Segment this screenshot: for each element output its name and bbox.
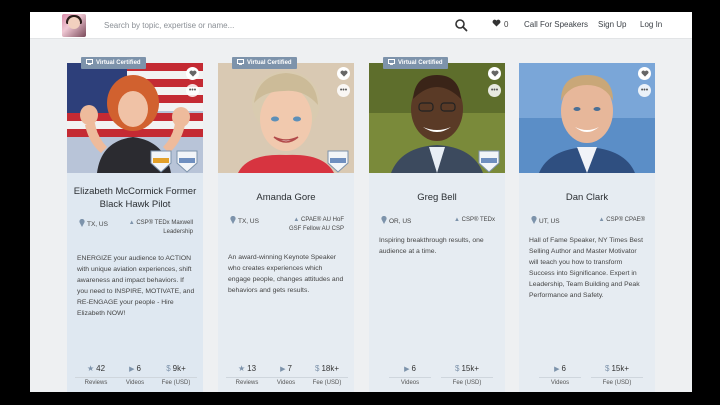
videos-stat[interactable]: ▶ 7 Videos [265, 364, 307, 386]
top-nav: 0 Call For Speakers Sign Up Log In [30, 12, 692, 39]
video-icon: ▶ [404, 365, 410, 373]
speaker-stats: ▶ 6 Videos $15k+ Fee (USD) [525, 364, 649, 386]
favorite-heart-icon[interactable] [638, 67, 651, 80]
speaker-name[interactable]: Amanda Gore [222, 191, 350, 204]
speaker-location: TX, US [230, 215, 259, 226]
more-options-icon[interactable]: ••• [488, 84, 501, 97]
user-avatar[interactable] [62, 14, 86, 37]
search-icon[interactable] [454, 18, 468, 32]
videos-stat[interactable]: ▶ 6 Videos [114, 364, 156, 386]
speaker-credentials: ▲ CSP® TEDx Maxwell Leadership [128, 220, 193, 235]
monitor-icon [86, 59, 93, 67]
more-options-icon[interactable]: ••• [337, 84, 350, 97]
speaker-card[interactable]: Virtual Certified ••• Greg Bell OR, US ▲… [369, 57, 505, 392]
videos-stat[interactable]: ▶ 6 Videos [539, 364, 581, 386]
favorite-heart-icon[interactable] [337, 67, 350, 80]
more-options-icon[interactable]: ••• [638, 84, 651, 97]
certification-shield-icon [326, 149, 350, 173]
favorites-count: 0 [504, 19, 509, 29]
more-options-icon[interactable]: ••• [186, 84, 199, 97]
speaker-name[interactable]: Elizabeth McCormick Former Black Hawk Pi… [71, 185, 199, 211]
star-icon: ★ [237, 364, 246, 373]
reviews-stat[interactable]: ★ 13 Reviews [226, 364, 268, 386]
speaker-description: Inspiring breakthrough results, one audi… [379, 237, 484, 255]
video-icon: ▶ [280, 365, 286, 373]
speaker-card[interactable]: ••• Dan Clark UT, US ▲ CSP® CPAE® Hall o… [519, 63, 655, 392]
speaker-card[interactable]: Virtual Certified ••• Amanda Gore TX, US [218, 57, 354, 392]
fee-stat: $15k+ Fee (USD) [591, 364, 643, 386]
dollar-icon: $ [166, 364, 171, 373]
speaker-credentials: ▲ CSP® CPAE® [598, 217, 645, 223]
speaker-location: TX, US [79, 218, 108, 229]
search-input[interactable] [104, 16, 444, 35]
dollar-icon: $ [454, 364, 460, 373]
virtual-certified-badge: Virtual Certified [232, 57, 297, 69]
map-pin-icon [230, 215, 236, 226]
speaker-location: UT, US [531, 215, 560, 226]
video-icon: ▶ [554, 365, 560, 373]
speaker-description: An award-winning Keynote Speaker who cre… [228, 254, 344, 294]
speaker-description: Hall of Fame Speaker, NY Times Best Sell… [529, 237, 643, 299]
heart-icon [492, 19, 501, 29]
call-for-speakers-link[interactable]: Call For Speakers [524, 20, 588, 29]
speaker-card[interactable]: Virtual Certified ••• Elizabeth McCormic… [67, 57, 203, 392]
virtual-certified-badge: Virtual Certified [383, 57, 448, 69]
sign-up-link[interactable]: Sign Up [598, 20, 626, 29]
reviews-stat[interactable]: ★ 42 Reviews [75, 364, 117, 386]
certification-shield-icon [175, 149, 199, 173]
video-icon: ▶ [129, 365, 135, 373]
speaker-name[interactable]: Greg Bell [373, 191, 501, 204]
videos-stat[interactable]: ▶ 6 Videos [389, 364, 431, 386]
dollar-icon: $ [314, 364, 320, 373]
log-in-link[interactable]: Log In [640, 20, 662, 29]
map-pin-icon [79, 218, 85, 229]
speaker-credentials: ▲ CSP® TEDx [454, 217, 495, 223]
graduation-cap-icon: ▲ [293, 217, 300, 223]
speaker-stats: ▶ 6 Videos $15k+ Fee (USD) [375, 364, 499, 386]
favorites-link[interactable]: 0 [492, 19, 508, 29]
favorite-heart-icon[interactable] [186, 67, 199, 80]
favorite-heart-icon[interactable] [488, 67, 501, 80]
speaker-stats: ★ 13 Reviews ▶ 7 Videos $18k+ Fee (USD) [224, 364, 348, 386]
map-pin-icon [531, 215, 537, 226]
fee-stat: $9k+ Fee (USD) [155, 364, 197, 386]
monitor-icon [237, 59, 244, 67]
page-frame: 0 Call For Speakers Sign Up Log In Virtu… [30, 12, 692, 392]
star-icon: ★ [86, 364, 95, 373]
virtual-certified-badge: Virtual Certified [81, 57, 146, 69]
speaker-description: ENERGIZE your audience to ACTION with un… [77, 255, 195, 317]
graduation-cap-icon: ▲ [128, 220, 135, 226]
dollar-icon: $ [604, 364, 610, 373]
graduation-cap-icon: ▲ [454, 217, 460, 223]
fee-stat: $15k+ Fee (USD) [441, 364, 493, 386]
monitor-icon [388, 59, 395, 67]
graduation-cap-icon: ▲ [598, 217, 605, 223]
speaker-location: OR, US [381, 215, 411, 226]
map-pin-icon [381, 215, 387, 226]
certification-shield-icon [149, 149, 173, 173]
speaker-photo[interactable] [519, 63, 655, 173]
fee-stat: $18k+ Fee (USD) [306, 364, 348, 386]
speaker-stats: ★ 42 Reviews ▶ 6 Videos $9k+ Fee (USD) [73, 364, 197, 386]
certification-shield-icon [477, 149, 501, 173]
speaker-credentials: ▲ CPAE® AU HoF GSF Fellow AU CSP [288, 217, 344, 232]
speaker-name[interactable]: Dan Clark [523, 191, 651, 204]
